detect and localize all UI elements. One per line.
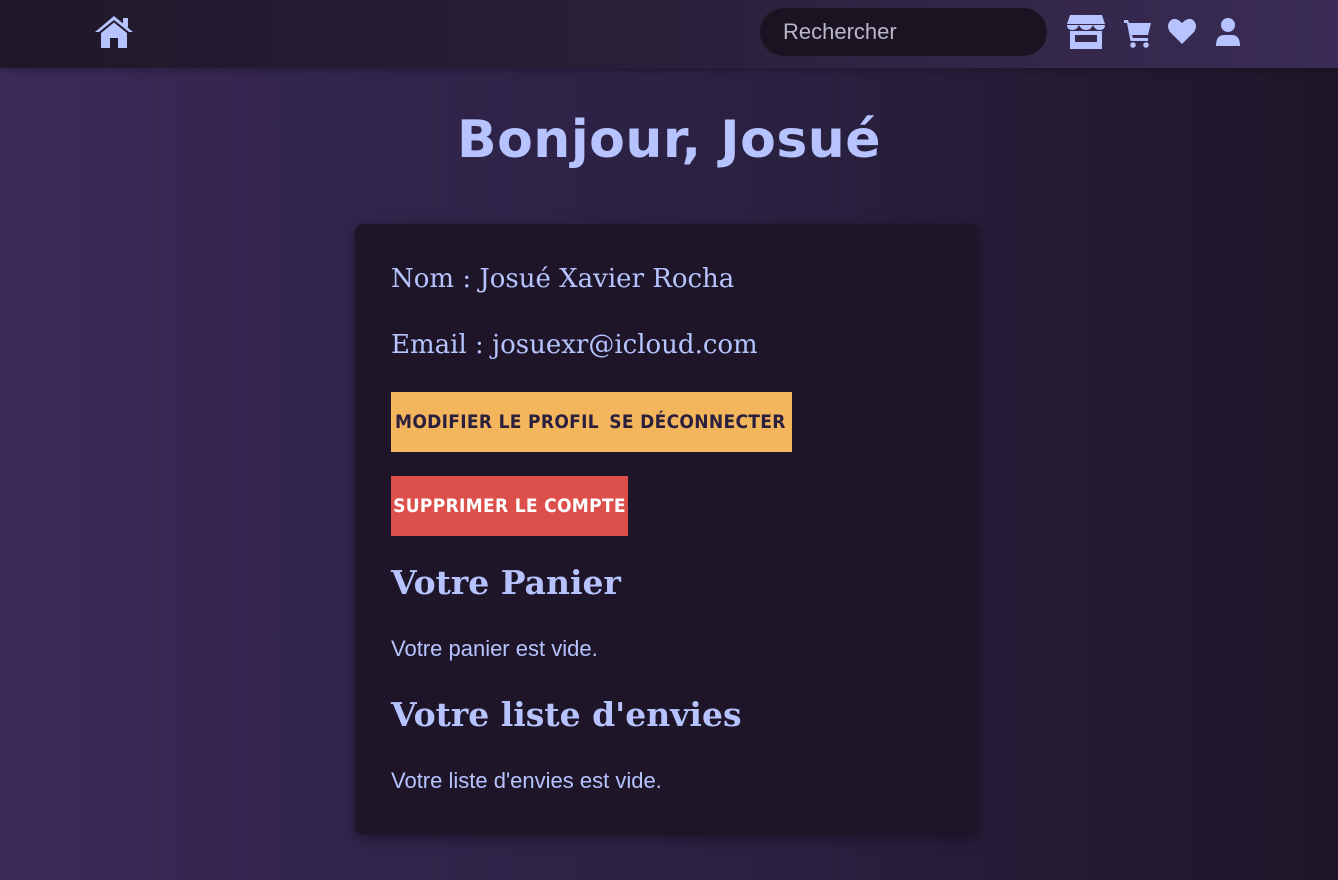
profile-card: Nom : Josué Xavier Rocha Email : josuexr…: [355, 224, 978, 835]
profile-email: Email : josuexr@icloud.com: [391, 330, 758, 360]
home-icon[interactable]: [94, 14, 134, 50]
profile-actions: MODIFIER LE PROFIL SE DÉCONNECTER: [391, 392, 792, 452]
user-icon[interactable]: [1214, 14, 1242, 50]
heart-icon[interactable]: [1167, 14, 1197, 50]
wishlist-section-title: Votre liste d'envies: [391, 695, 742, 734]
wishlist-empty-message: Votre liste d'envies est vide.: [391, 768, 662, 793]
logout-button[interactable]: SE DÉCONNECTER: [603, 392, 792, 452]
delete-account-button[interactable]: SUPPRIMER LE COMPTE: [391, 476, 628, 536]
cart-section-title: Votre Panier: [391, 563, 621, 602]
edit-profile-button[interactable]: MODIFIER LE PROFIL: [391, 392, 603, 452]
search-input[interactable]: [760, 8, 1047, 56]
profile-name: Nom : Josué Xavier Rocha: [391, 264, 735, 294]
top-navbar: [0, 0, 1338, 68]
page-title: Bonjour, Josué: [456, 110, 882, 170]
store-icon[interactable]: [1066, 14, 1106, 50]
cart-icon[interactable]: [1124, 14, 1152, 50]
cart-empty-message: Votre panier est vide.: [391, 636, 598, 661]
